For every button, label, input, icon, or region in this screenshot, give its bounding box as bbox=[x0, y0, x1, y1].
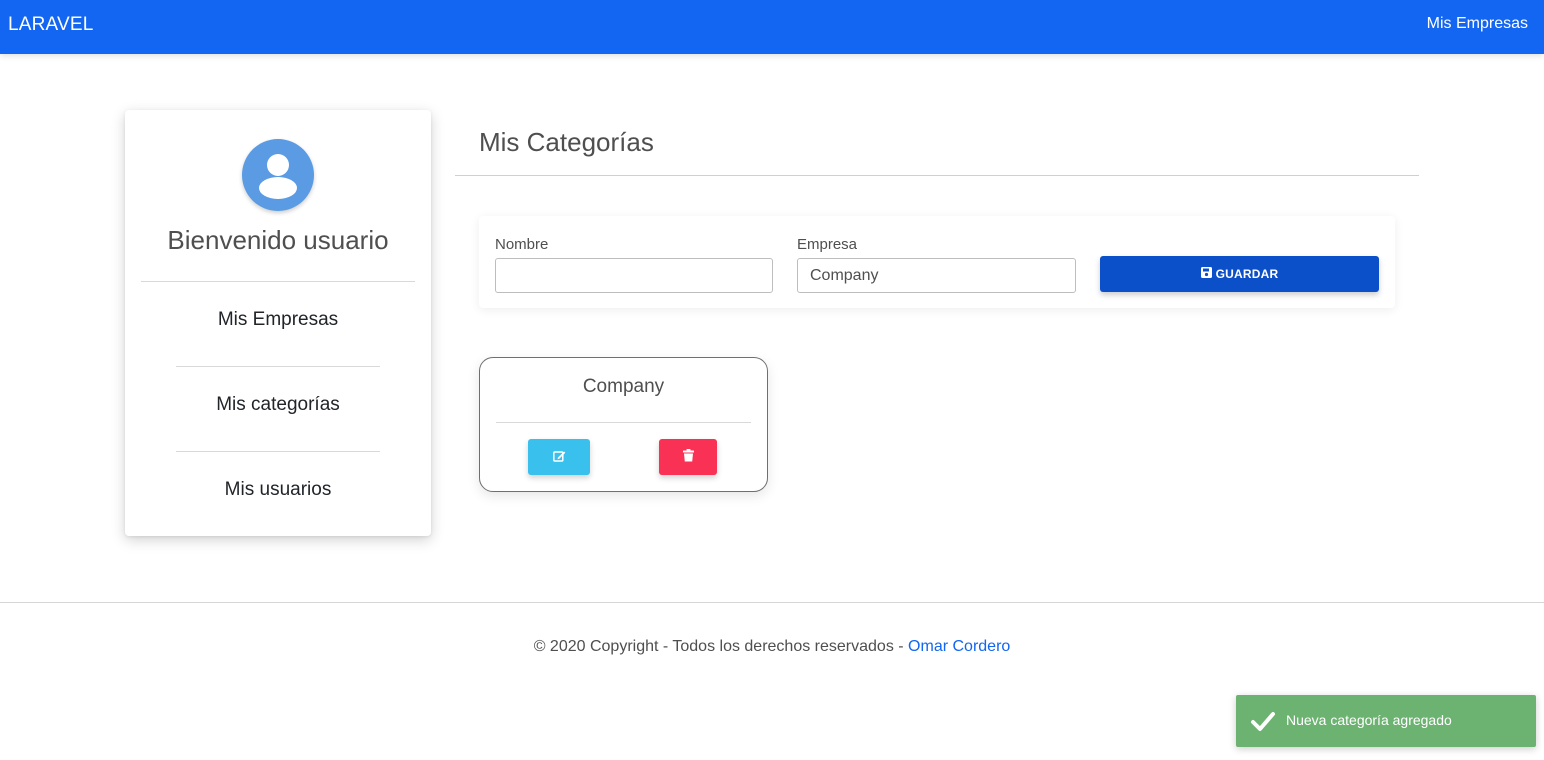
page-title: Mis Categorías bbox=[479, 127, 654, 157]
success-toast[interactable]: Nueva categoría agregado bbox=[1236, 695, 1536, 747]
copyright-text: © 2020 Copyright - Todos los derechos re… bbox=[533, 638, 909, 655]
sidebar-item-mis-usuarios[interactable]: Mis usuarios bbox=[125, 479, 431, 501]
save-button[interactable]: Guardar bbox=[1100, 256, 1379, 292]
edit-icon bbox=[552, 450, 566, 465]
sidebar-item-mis-empresas[interactable]: Mis Empresas bbox=[125, 309, 431, 331]
empresa-label: Empresa bbox=[797, 236, 858, 253]
author-link[interactable]: Omar Cordero bbox=[908, 638, 1010, 655]
empresa-input[interactable] bbox=[797, 258, 1076, 293]
user-icon bbox=[242, 139, 314, 211]
brand-link[interactable]: LARAVEL bbox=[8, 14, 94, 36]
navbar: LARAVEL Mis Empresas bbox=[0, 0, 1544, 54]
nombre-label: Nombre bbox=[495, 236, 549, 253]
title-divider bbox=[455, 175, 1419, 176]
floppy-disk-icon bbox=[1200, 267, 1212, 281]
check-icon bbox=[1250, 708, 1276, 739]
divider bbox=[176, 366, 380, 367]
welcome-heading: Bienvenido usuario bbox=[167, 225, 389, 255]
sidebar-item-mis-categorias[interactable]: Mis categorías bbox=[125, 394, 431, 416]
category-form: Nombre Empresa Guardar bbox=[479, 216, 1395, 308]
nav-link-mis-empresas[interactable]: Mis Empresas bbox=[1427, 15, 1528, 33]
nombre-input[interactable] bbox=[495, 258, 773, 293]
edit-button[interactable] bbox=[528, 439, 590, 475]
trash-icon bbox=[682, 449, 694, 465]
card-divider bbox=[496, 422, 751, 423]
footer-divider bbox=[0, 602, 1544, 603]
divider bbox=[176, 451, 380, 452]
save-button-label: Guardar bbox=[1215, 267, 1279, 281]
delete-button[interactable] bbox=[659, 439, 717, 475]
category-card: Company bbox=[479, 357, 768, 492]
footer: © 2020 Copyright - Todos los derechos re… bbox=[0, 638, 1544, 656]
divider bbox=[141, 281, 415, 282]
toast-message: Nueva categoría agregado bbox=[1286, 712, 1452, 728]
category-name: Company bbox=[582, 376, 665, 397]
sidebar-card: Bienvenido usuario Mis Empresas Mis cate… bbox=[125, 110, 431, 536]
